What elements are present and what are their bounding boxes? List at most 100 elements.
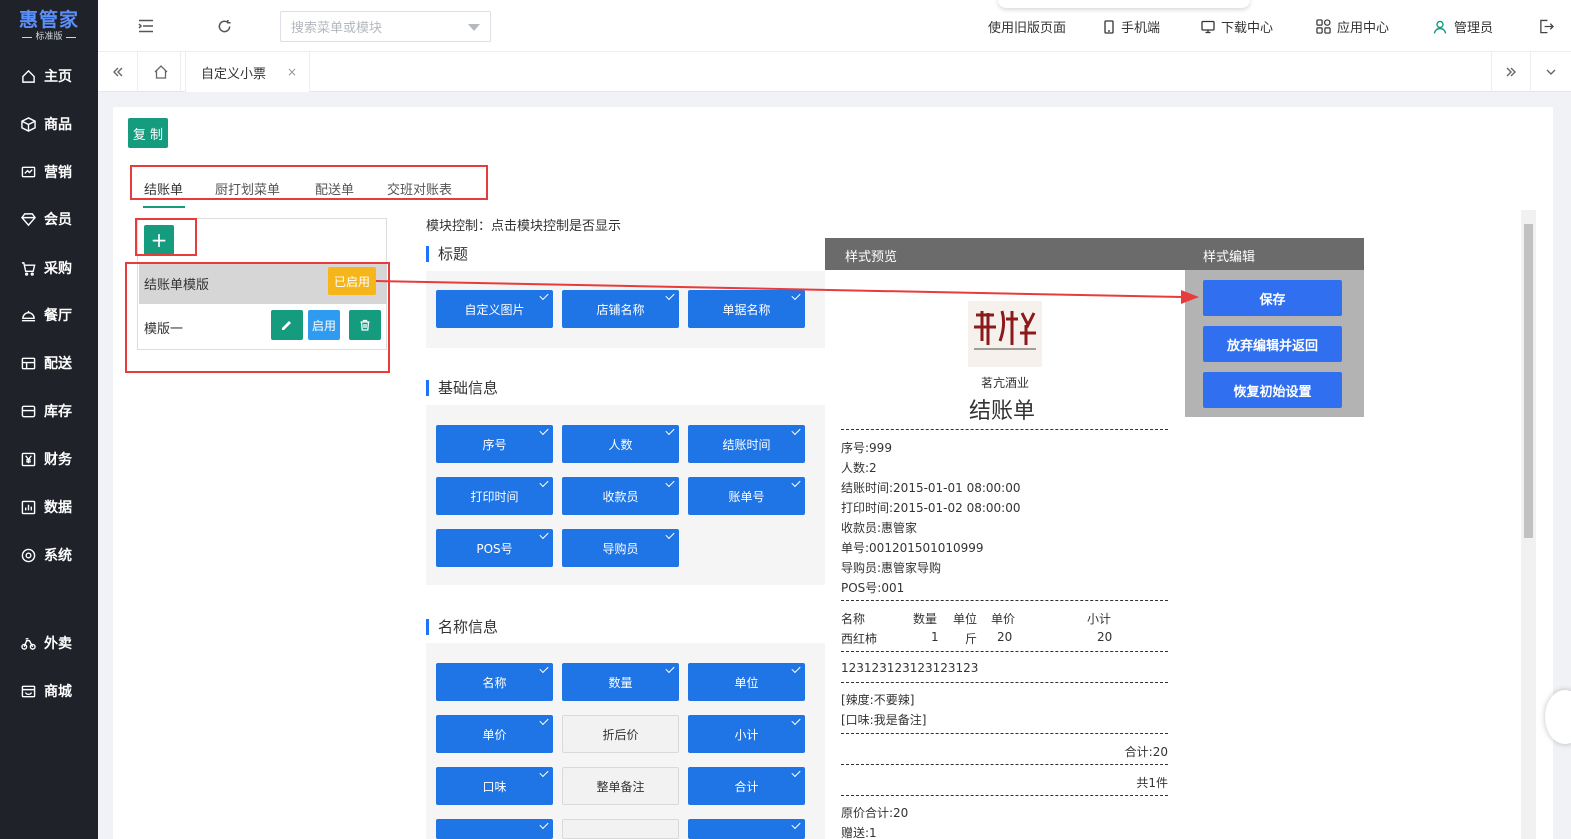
section-title-basic: 基础信息	[426, 380, 498, 396]
brand-logo[interactable]: 惠管家 标准版	[0, 0, 98, 52]
download-label: 下载中心	[1221, 21, 1274, 36]
copy-button[interactable]: 复 制	[128, 118, 168, 148]
row-name: 西红柿	[841, 632, 878, 646]
sidebar-item-marketing[interactable]: 营销	[0, 156, 98, 188]
toggle-more-2[interactable]	[562, 819, 679, 839]
toggle-total[interactable]: 合计	[688, 767, 805, 805]
toggle-guests[interactable]: 人数	[562, 425, 679, 463]
gift-count: 赠送:1	[841, 826, 877, 839]
apps-grid-icon	[1316, 19, 1331, 34]
preview-title: 样式预览	[845, 250, 898, 265]
sidebar-item-purchase[interactable]: 采购	[0, 252, 98, 284]
mobile-link[interactable]: 手机端	[1103, 17, 1160, 36]
note-flavor: [口味:我是备注]	[841, 713, 927, 727]
tabs-scroll-right-icon[interactable]	[1491, 52, 1531, 92]
old-version-link[interactable]: 使用旧版页面	[988, 17, 1066, 36]
tab-kitchen-receipt[interactable]: 厨打划菜单	[215, 179, 280, 198]
scrollbar-thumb[interactable]	[1524, 224, 1533, 538]
tab-checkout-receipt[interactable]: 结账单	[144, 179, 183, 198]
sidebar-item-home[interactable]: 主页	[0, 60, 98, 92]
sidebar-item-mall[interactable]: 商城	[0, 675, 98, 707]
toggle-serial[interactable]: 序号	[436, 425, 553, 463]
toggle-checkout-time[interactable]: 结账时间	[688, 425, 805, 463]
discard-return-button[interactable]: 放弃编辑并返回	[1203, 326, 1342, 362]
toggle-print-time[interactable]: 打印时间	[436, 477, 553, 515]
vertical-scrollbar[interactable]	[1521, 210, 1536, 839]
toggle-more-3[interactable]	[688, 819, 805, 839]
monitor-icon	[1201, 20, 1215, 33]
brand-edition: 标准版	[22, 31, 75, 43]
annotation-highlight-add	[135, 218, 197, 256]
sidebar-item-label: 配送	[44, 356, 72, 372]
toggle-bill-no[interactable]: 账单号	[688, 477, 805, 515]
home-icon	[20, 68, 36, 84]
toggle-pos-no[interactable]: POS号	[436, 529, 553, 567]
toggle-item-name[interactable]: 名称	[436, 663, 553, 701]
divider	[841, 651, 1168, 652]
active-tab-indicator	[143, 206, 185, 208]
annotation-highlight-templates	[125, 262, 390, 373]
main-panel: 复 制 结账单 厨打划菜单 配送单 交班对账表 + 结账单模版 已启用 模版一 …	[113, 107, 1553, 839]
receipt-type-tabs: 结账单 厨打划菜单 配送单 交班对账表	[130, 165, 488, 200]
tab-delivery-receipt[interactable]: 配送单	[315, 179, 354, 198]
close-icon[interactable]: ×	[287, 65, 297, 79]
toggle-more-1[interactable]	[436, 819, 553, 839]
code-line: 123123123123123123	[841, 661, 979, 675]
divider	[841, 795, 1168, 796]
sidebar-item-goods[interactable]: 商品	[0, 108, 98, 140]
toggle-unit[interactable]: 单位	[688, 663, 805, 701]
sidebar-item-inventory[interactable]: 库存	[0, 395, 98, 427]
toggle-quantity[interactable]: 数量	[562, 663, 679, 701]
divider	[841, 600, 1168, 601]
sidebar-item-takeout[interactable]: 外卖	[0, 627, 98, 659]
sidebar-item-restaurant[interactable]: 餐厅	[0, 299, 98, 331]
logout-icon[interactable]	[1536, 16, 1556, 36]
menu-search-input[interactable]: 搜索菜单或模块	[280, 11, 491, 42]
toggle-custom-image[interactable]: 自定义图片	[436, 290, 553, 328]
col-subtotal: 小计	[1087, 612, 1112, 626]
toggle-flavor[interactable]: 口味	[436, 767, 553, 805]
box-icon	[20, 116, 36, 132]
info-guests: 人数:2	[841, 461, 877, 475]
toggle-order-remark[interactable]: 整单备注	[562, 767, 679, 805]
col-price: 单价	[991, 612, 1016, 626]
tabs-scroll-left-icon[interactable]	[98, 52, 138, 92]
info-guide: 导购员:惠管家导购	[841, 561, 942, 575]
tab-custom-receipt[interactable]: 自定义小票 ×	[185, 52, 310, 92]
old-version-label: 使用旧版页面	[988, 21, 1067, 36]
app-center-link[interactable]: 应用中心	[1316, 17, 1389, 36]
sidebar-item-member[interactable]: 会员	[0, 203, 98, 235]
toggle-discount-price[interactable]: 折后价	[562, 715, 679, 753]
user-name: 管理员	[1454, 21, 1494, 36]
user-menu[interactable]: 管理员	[1432, 17, 1493, 36]
tab-shift-report[interactable]: 交班对账表	[387, 179, 452, 198]
toggle-unit-price[interactable]: 单价	[436, 715, 553, 753]
receipt-title: 结账单	[969, 399, 1036, 424]
toggle-store-name[interactable]: 店铺名称	[562, 290, 679, 328]
sidebar-item-finance[interactable]: 财务	[0, 443, 98, 475]
user-avatar-icon	[1433, 20, 1447, 34]
sidebar-item-label: 采购	[44, 261, 72, 277]
sidebar-item-data[interactable]: 数据	[0, 491, 98, 523]
refresh-icon[interactable]	[214, 16, 234, 36]
reset-defaults-button[interactable]: 恢复初始设置	[1203, 372, 1342, 408]
sidebar-item-system[interactable]: 系统	[0, 539, 98, 571]
edit-title: 样式编辑	[1203, 250, 1256, 265]
toggle-doc-name[interactable]: 单据名称	[688, 290, 805, 328]
menu-collapse-icon[interactable]	[136, 16, 156, 36]
bike-icon	[20, 635, 36, 651]
toggle-cashier[interactable]: 收款员	[562, 477, 679, 515]
sidebar-item-delivery[interactable]: 配送	[0, 347, 98, 379]
tabs-menu-chevron-icon[interactable]	[1531, 52, 1571, 92]
home-tab-icon[interactable]	[141, 52, 181, 92]
col-name: 名称	[841, 612, 866, 626]
sidebar-item-label: 商品	[44, 117, 72, 133]
row-subtotal: 20	[1097, 630, 1113, 644]
download-center-link[interactable]: 下载中心	[1201, 17, 1273, 36]
toggle-guide[interactable]: 导购员	[562, 529, 679, 567]
toggle-subtotal[interactable]: 小计	[688, 715, 805, 753]
diamond-icon	[20, 211, 36, 227]
col-unit: 单位	[953, 612, 978, 626]
save-button[interactable]: 保存	[1203, 280, 1342, 316]
chevron-down-icon[interactable]	[468, 24, 480, 31]
